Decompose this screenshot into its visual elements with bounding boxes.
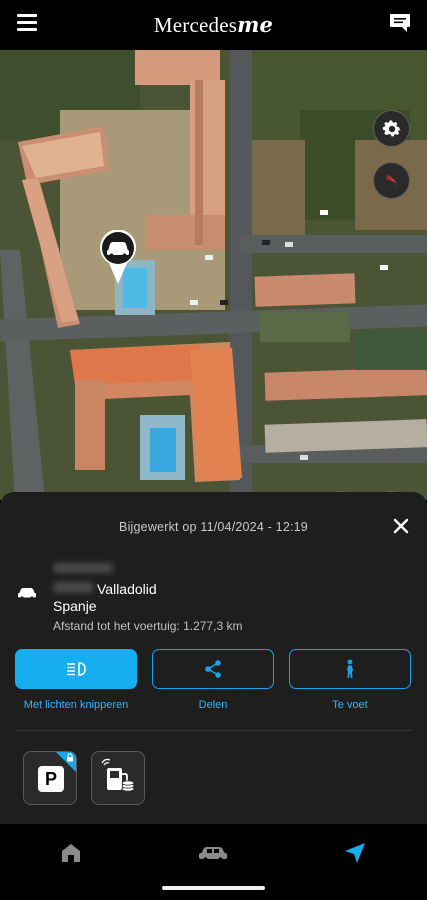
parking-tile[interactable]: P: [23, 751, 77, 805]
satellite-map[interactable]: [0, 50, 427, 500]
bottom-navigation: [0, 824, 427, 900]
flash-lights-button[interactable]: [15, 649, 137, 689]
redacted-postcode: [53, 582, 93, 593]
fuel-payment-icon: [101, 758, 135, 792]
compass-icon: [385, 173, 397, 188]
compass-button[interactable]: [373, 162, 410, 199]
car-icon: [18, 588, 36, 600]
last-updated-text: Bijgewerkt op 11/04/2024 - 12:19: [119, 520, 308, 534]
navigation-arrow-icon: [345, 843, 365, 863]
walk-label[interactable]: Te voet: [280, 699, 420, 711]
vehicle-location-sheet: Bijgewerkt op 11/04/2024 - 12:19 Vallado…: [0, 492, 427, 824]
redacted-street: [53, 563, 113, 573]
nav-vehicle[interactable]: [198, 841, 228, 865]
address-city: Valladolid: [97, 581, 157, 597]
share-button[interactable]: [152, 649, 274, 689]
car-marker-icon[interactable]: [99, 230, 137, 285]
fuel-payment-tile[interactable]: [91, 751, 145, 805]
nav-home[interactable]: [56, 841, 86, 865]
address-country: Spanje: [53, 598, 97, 614]
share-label[interactable]: Delen: [143, 699, 283, 711]
map-imagery: [0, 50, 427, 500]
top-bar: Mercedesme: [0, 0, 427, 50]
lock-icon: [67, 753, 73, 762]
chat-bubble-icon[interactable]: [389, 13, 411, 33]
share-icon: [205, 660, 221, 678]
car-icon: [199, 847, 227, 862]
distance-to-vehicle: Afstand tot het voertuig: 1.277,3 km: [53, 619, 243, 633]
flash-lights-label[interactable]: Met lichten knipperen: [6, 699, 146, 711]
close-icon[interactable]: [393, 518, 409, 534]
walking-person-icon: [347, 659, 353, 678]
brand-logo: Mercedesme: [153, 12, 274, 37]
home-indicator: [162, 886, 265, 890]
divider: [15, 730, 412, 731]
walk-button[interactable]: [289, 649, 411, 689]
headlight-flash-icon: [67, 662, 86, 676]
gear-icon: [382, 119, 401, 136]
map-settings-button[interactable]: [373, 110, 410, 147]
nav-navigation[interactable]: [340, 841, 370, 865]
home-icon: [62, 844, 80, 862]
